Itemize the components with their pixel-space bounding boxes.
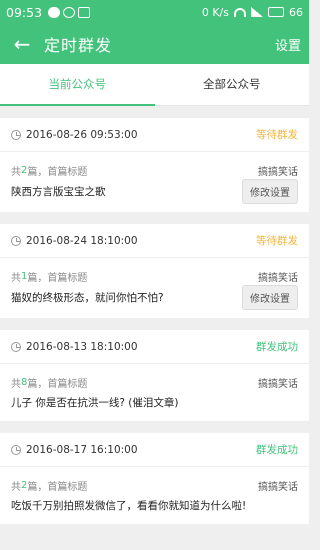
tab-bar: 当前公众号 全部公众号	[0, 64, 309, 106]
schedule-datetime: 2016-08-17 16:10:00	[26, 443, 138, 456]
account-name: 搞搞笑话	[258, 272, 298, 284]
clock-icon	[11, 444, 21, 455]
status-label: 等待群发	[256, 235, 298, 247]
tab-all-accounts[interactable]: 全部公众号	[155, 64, 310, 105]
count-suffix: 篇，首篇标题	[27, 272, 88, 284]
tab-current-account[interactable]: 当前公众号	[0, 64, 155, 106]
wifi-icon	[234, 7, 246, 17]
list-item[interactable]: 2016-08-26 09:53:00 等待群发 共 2 篇，首篇标题 搞搞笑话…	[0, 118, 309, 212]
status-label: 群发成功	[256, 444, 298, 456]
count-prefix: 共	[11, 481, 21, 493]
count-suffix: 篇，首篇标题	[27, 166, 88, 178]
app-bar: ← 定时群发 设置	[0, 24, 309, 64]
clock-icon	[11, 235, 21, 246]
net-speed: 0 K/s	[201, 5, 229, 19]
page-title: 定时群发	[44, 36, 113, 55]
first-article-title: 吃饭千万别拍照发微信了，看看你就知道为什么啦!	[11, 499, 247, 512]
status-time: 09:53	[6, 4, 43, 20]
account-name: 搞搞笑话	[258, 378, 298, 390]
signal-icon	[251, 7, 263, 17]
app-icon	[63, 6, 76, 18]
count-prefix: 共	[11, 378, 21, 390]
count-prefix: 共	[11, 166, 21, 178]
count-prefix: 共	[11, 272, 21, 284]
edit-settings-button[interactable]: 修改设置	[242, 285, 298, 310]
battery-level: 66	[289, 5, 303, 19]
first-article-title: 陕西方言版宝宝之歌	[11, 186, 106, 198]
clock-icon	[11, 341, 21, 352]
battery-icon	[268, 7, 284, 17]
status-label: 等待群发	[256, 129, 298, 141]
account-name: 搞搞笑话	[258, 481, 298, 493]
scheduled-list: 2016-08-26 09:53:00 等待群发 共 2 篇，首篇标题 搞搞笑话…	[0, 118, 309, 536]
image-icon	[78, 6, 91, 18]
settings-button[interactable]: 设置	[275, 35, 301, 54]
schedule-datetime: 2016-08-26 09:53:00	[26, 128, 138, 141]
account-name: 搞搞笑话	[258, 166, 298, 178]
list-item[interactable]: 2016-08-17 16:10:00 群发成功 共 2 篇，首篇标题 搞搞笑话…	[0, 433, 309, 524]
list-item[interactable]: 2016-08-24 18:10:00 等待群发 共 1 篇，首篇标题 搞搞笑话…	[0, 224, 309, 318]
schedule-datetime: 2016-08-24 18:10:00	[26, 234, 138, 247]
chat-icon	[48, 6, 61, 18]
status-label: 群发成功	[256, 341, 298, 353]
status-bar: 09:53 0 K/s 66	[0, 0, 309, 24]
clock-icon	[11, 129, 21, 140]
back-arrow-icon[interactable]: ←	[0, 24, 44, 64]
edit-settings-button[interactable]: 修改设置	[242, 179, 298, 204]
schedule-datetime: 2016-08-13 18:10:00	[26, 340, 138, 353]
first-article-title: 猫奴的终极形态，就问你怕不怕?	[11, 292, 164, 304]
first-article-title: 儿子 你是否在抗洪一线? (催泪文章)	[11, 396, 179, 409]
list-item[interactable]: 2016-08-13 18:10:00 群发成功 共 8 篇，首篇标题 搞搞笑话…	[0, 330, 309, 421]
count-suffix: 篇，首篇标题	[27, 378, 88, 390]
count-suffix: 篇，首篇标题	[27, 481, 88, 493]
